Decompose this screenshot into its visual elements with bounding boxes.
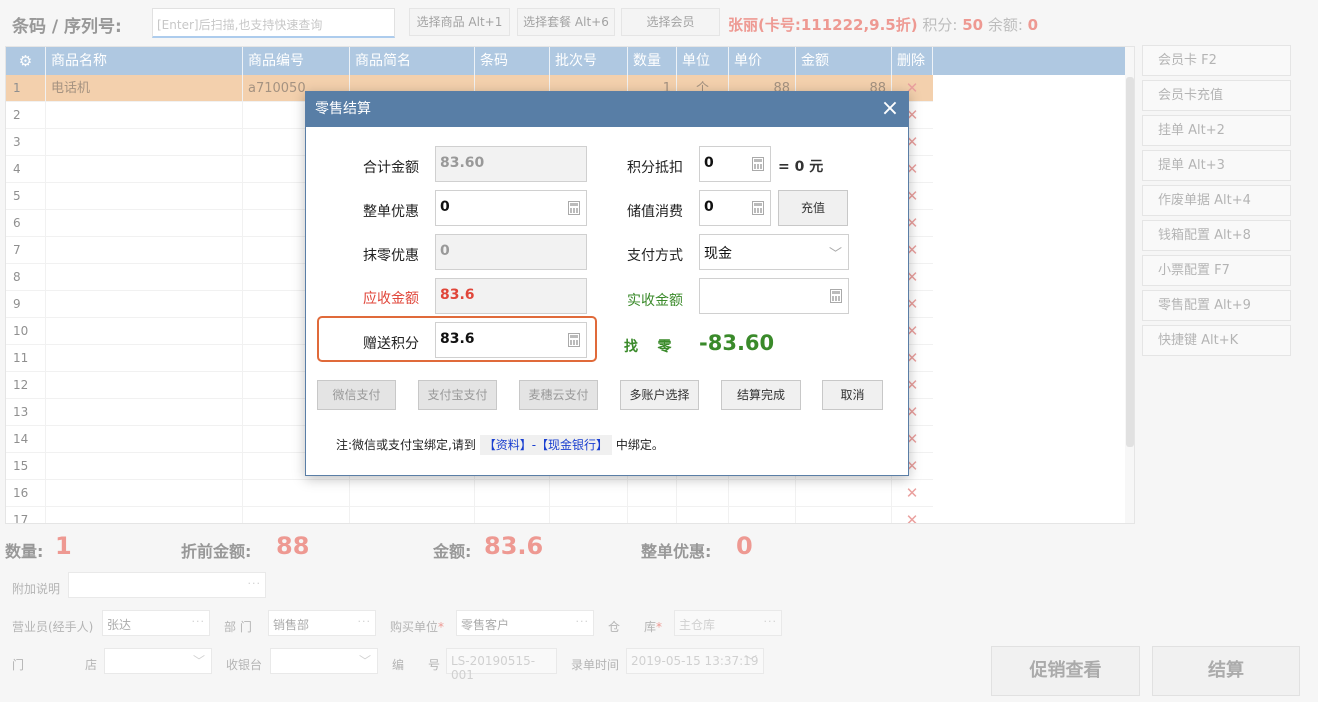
points-deduct-input[interactable]: 0 xyxy=(699,146,771,182)
received-label: 实收金额 xyxy=(627,293,683,309)
receivable-field: 83.6 xyxy=(435,278,587,314)
dialog-title: 零售结算 xyxy=(315,101,371,117)
bonus-points-label: 赠送积分 xyxy=(363,336,419,352)
multi-account-button[interactable]: 多账户选择 xyxy=(620,380,699,410)
retail-settlement-dialog: 零售结算 × 合计金额 83.60 整单优惠 0 抹零优惠 0 应收金额 83.… xyxy=(305,91,909,476)
points-equivalent: = 0 元 xyxy=(778,159,824,175)
note-prefix: 注:微信或支付宝绑定,请到 xyxy=(336,438,476,452)
close-icon[interactable]: × xyxy=(880,92,900,127)
received-input[interactable] xyxy=(699,278,849,314)
calculator-icon[interactable] xyxy=(568,333,580,347)
payment-method-select[interactable]: 现金 ﹀ xyxy=(699,234,849,270)
wechat-pay-button[interactable]: 微信支付 xyxy=(317,380,396,410)
complete-settlement-button[interactable]: 结算完成 xyxy=(721,380,801,410)
change-value: -83.60 xyxy=(699,331,775,355)
note-suffix: 中绑定。 xyxy=(615,438,664,452)
calculator-icon[interactable] xyxy=(568,201,580,215)
chevron-down-icon: ﹀ xyxy=(828,247,842,262)
points-deduct-label: 积分抵扣 xyxy=(627,160,683,176)
bonus-points-value: 83.6 xyxy=(440,331,475,347)
dialog-title-bar: 零售结算 × xyxy=(306,92,908,127)
bonus-points-input[interactable]: 83.6 xyxy=(435,322,587,358)
payment-method-label: 支付方式 xyxy=(627,248,683,264)
calculator-icon[interactable] xyxy=(830,289,842,303)
alipay-button[interactable]: 支付宝支付 xyxy=(418,380,497,410)
maisui-pay-button[interactable]: 麦穗云支付 xyxy=(519,380,598,410)
points-deduct-value: 0 xyxy=(704,155,714,171)
total-label: 合计金额 xyxy=(363,160,419,176)
payment-method-value: 现金 xyxy=(704,246,732,262)
rounding-field: 0 xyxy=(435,234,587,270)
change-label: 找 零 xyxy=(624,339,672,355)
rounding-label: 抹零优惠 xyxy=(363,248,419,264)
total-field: 83.60 xyxy=(435,146,587,182)
cash-bank-link[interactable]: 【资料】-【现金银行】 xyxy=(479,435,613,455)
binding-note: 注:微信或支付宝绑定,请到 【资料】-【现金银行】 中绑定。 xyxy=(336,435,664,455)
whole-discount-value: 0 xyxy=(440,199,450,215)
stored-value-input[interactable]: 0 xyxy=(699,190,771,226)
cancel-button[interactable]: 取消 xyxy=(822,380,883,410)
recharge-button[interactable]: 充值 xyxy=(778,190,848,226)
whole-discount-input[interactable]: 0 xyxy=(435,190,587,226)
receivable-label: 应收金额 xyxy=(363,291,419,307)
stored-value-amount: 0 xyxy=(704,199,714,215)
calculator-icon[interactable] xyxy=(752,201,764,215)
stored-value-label: 储值消费 xyxy=(627,204,683,220)
calculator-icon[interactable] xyxy=(752,157,764,171)
whole-discount-label: 整单优惠 xyxy=(363,204,419,220)
